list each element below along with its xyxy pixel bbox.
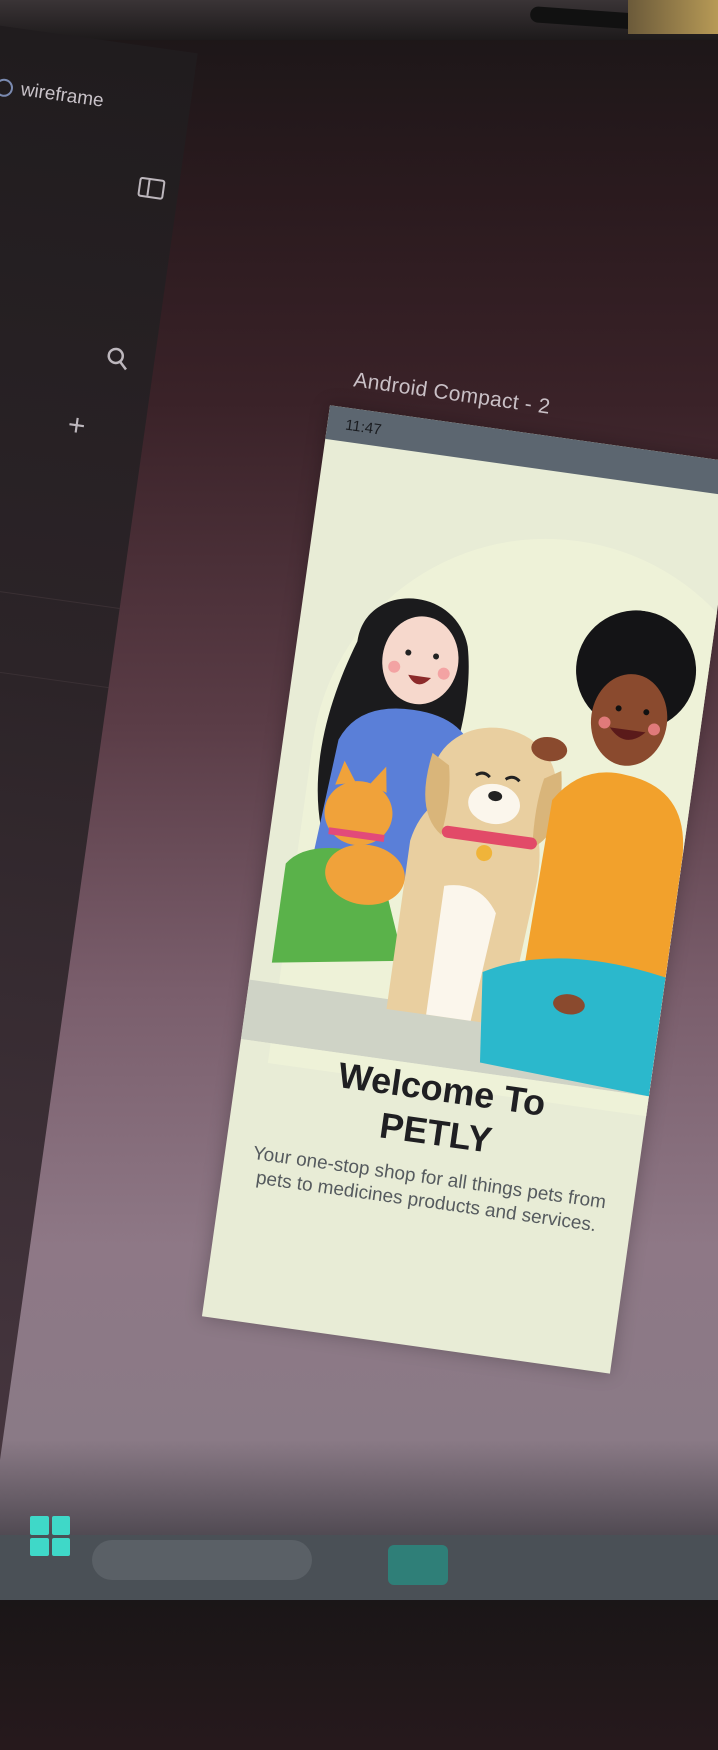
search-icon[interactable] [103, 344, 132, 373]
status-bar: 11:47 [325, 405, 718, 497]
family-pets-illustration [240, 598, 697, 1097]
taskbar-app-icon[interactable] [388, 1545, 448, 1585]
laptop-bezel [0, 0, 718, 40]
bezel-corner [628, 0, 718, 34]
layers-panel [0, 24, 198, 1638]
status-time: 11:47 [344, 416, 383, 439]
plus-icon[interactable]: + [63, 408, 90, 443]
screen: wireframe + Android Compact - 2 11:47 We… [0, 20, 718, 1749]
taskbar-search[interactable] [92, 1540, 312, 1580]
sidebar-toggle-icon[interactable] [137, 176, 166, 200]
android-frame[interactable]: 11:47 Welcome To PETLY Your one-stop sho… [201, 405, 718, 1374]
windows-start-icon[interactable] [30, 1516, 70, 1556]
